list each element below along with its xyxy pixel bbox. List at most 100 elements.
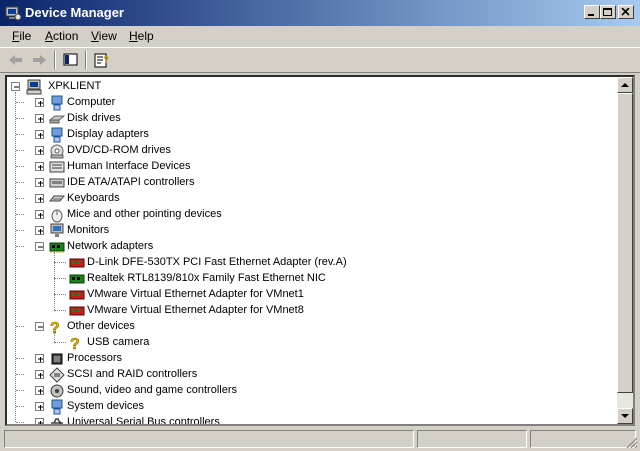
tree-category[interactable]: Disk drives	[11, 111, 571, 127]
tree-category[interactable]: Keyboards	[11, 191, 571, 207]
expand-toggle[interactable]	[35, 210, 44, 219]
tree-device[interactable]: VMware Virtual Ethernet Adapter for VMne…	[11, 287, 571, 303]
tree-category[interactable]: IDE ATA/ATAPI controllers	[11, 175, 571, 191]
expand-toggle[interactable]	[35, 146, 44, 155]
properties-icon: ?	[94, 53, 109, 68]
device-manager-icon	[5, 6, 21, 21]
tree-device[interactable]: Realtek RTL8139/810x Family Fast Etherne…	[11, 271, 571, 287]
menu-file[interactable]: File	[12, 29, 31, 43]
minimize-button[interactable]	[584, 5, 600, 19]
plus-icon	[38, 373, 43, 378]
tree-connector-line	[16, 406, 24, 407]
tree-category[interactable]: SCSI and RAID controllers	[11, 367, 571, 383]
collapse-toggle[interactable]	[35, 322, 44, 331]
tree-connector-line	[16, 374, 24, 375]
tree-device[interactable]: VMware Virtual Ethernet Adapter for VMne…	[11, 303, 571, 319]
scroll-thumb[interactable]	[617, 93, 633, 393]
title-bar[interactable]: Device Manager	[0, 0, 640, 26]
device-tree[interactable]: XPKLIENT Computer Disk drives Display adap…	[7, 77, 619, 424]
scsi-icon	[49, 367, 65, 383]
tree-category-label: Processors	[67, 352, 123, 364]
expand-toggle[interactable]	[35, 370, 44, 379]
ide-controller-icon	[49, 178, 65, 188]
tree-root[interactable]: XPKLIENT	[11, 79, 411, 95]
tree-connector-line	[54, 252, 55, 310]
status-pane-3	[530, 430, 636, 448]
collapse-toggle[interactable]	[11, 82, 20, 91]
expand-toggle[interactable]	[35, 162, 44, 171]
expand-toggle[interactable]	[35, 226, 44, 235]
tree-connector-line	[16, 134, 24, 135]
tree-device-label: VMware Virtual Ethernet Adapter for VMne…	[87, 288, 304, 300]
expand-toggle[interactable]	[35, 114, 44, 123]
expand-toggle[interactable]	[35, 386, 44, 395]
plus-icon	[38, 421, 43, 424]
maximize-button[interactable]	[600, 5, 616, 19]
disk-drive-icon	[49, 115, 65, 124]
plus-icon	[38, 133, 43, 138]
tree-connector-line	[16, 198, 24, 199]
tree-category[interactable]: DVD/CD-ROM drives	[11, 143, 571, 159]
tree-category[interactable]: Human Interface Devices	[11, 159, 571, 175]
tree-category[interactable]: Display adapters	[11, 127, 571, 143]
tree-category-label: DVD/CD-ROM drives	[67, 144, 171, 156]
display-adapter-icon	[51, 127, 63, 143]
svg-text:?: ?	[70, 336, 80, 351]
plus-icon	[38, 213, 43, 218]
expand-toggle[interactable]	[35, 418, 44, 424]
expand-toggle[interactable]	[35, 194, 44, 203]
tree-category-label: Monitors	[67, 224, 110, 236]
toolbar-separator	[85, 51, 87, 69]
tree-category-label: SCSI and RAID controllers	[67, 368, 198, 380]
minimize-icon	[588, 14, 594, 16]
network-adapter-icon	[49, 242, 65, 253]
tree-category[interactable]: ? Other devices	[11, 319, 571, 335]
mouse-icon	[51, 209, 63, 223]
tree-connector-line	[16, 166, 24, 167]
tree-category[interactable]: Computer	[11, 95, 571, 111]
properties-button[interactable]: ?	[92, 51, 112, 69]
expand-toggle[interactable]	[35, 354, 44, 363]
tree-connector-line	[16, 422, 24, 423]
tree-category-label: Keyboards	[67, 192, 120, 204]
tree-category[interactable]: Sound, video and game controllers	[11, 383, 571, 399]
resize-grip-icon[interactable]	[626, 437, 638, 449]
tree-device-label: D-Link DFE-530TX PCI Fast Ethernet Adapt…	[87, 256, 347, 268]
tree-device[interactable]: ? USB camera	[11, 335, 571, 351]
close-button[interactable]	[618, 5, 634, 19]
tree-category-label: Universal Serial Bus controllers	[67, 416, 220, 424]
menu-view[interactable]: View	[91, 29, 117, 43]
collapse-toggle[interactable]	[35, 242, 44, 251]
svg-text:?: ?	[103, 55, 109, 66]
tree-root-label: XPKLIENT	[48, 80, 102, 92]
menu-action[interactable]: Action	[45, 29, 78, 43]
plus-icon	[38, 101, 43, 106]
tree-category[interactable]: Processors	[11, 351, 571, 367]
tree-connector-line	[54, 310, 66, 311]
tree-category[interactable]: Network adapters	[11, 239, 571, 255]
scroll-down-button[interactable]	[617, 408, 633, 424]
expand-toggle[interactable]	[35, 130, 44, 139]
vertical-scrollbar[interactable]	[617, 77, 633, 424]
tree-device[interactable]: D-Link DFE-530TX PCI Fast Ethernet Adapt…	[11, 255, 571, 271]
tree-category[interactable]: System devices	[11, 399, 571, 415]
show-hide-console-tree-button[interactable]	[61, 51, 81, 69]
expand-toggle[interactable]	[35, 402, 44, 411]
toolbar: ?	[0, 47, 640, 73]
back-button[interactable]	[6, 51, 26, 69]
expand-toggle[interactable]	[35, 178, 44, 187]
expand-toggle[interactable]	[35, 98, 44, 107]
tree-category-label: Other devices	[67, 320, 135, 332]
menu-help[interactable]: Help	[129, 29, 154, 43]
minus-icon	[38, 326, 43, 328]
tree-category[interactable]: Monitors	[11, 223, 571, 239]
tree-category[interactable]: Mice and other pointing devices	[11, 207, 571, 223]
nic-child-icon	[69, 290, 85, 300]
tree-category-label: Mice and other pointing devices	[67, 208, 222, 220]
tree-category-label: IDE ATA/ATAPI controllers	[67, 176, 195, 188]
forward-button[interactable]	[29, 51, 49, 69]
tree-category-label: Display adapters	[67, 128, 149, 140]
scroll-up-button[interactable]	[617, 77, 633, 93]
unknown-device-icon: ?	[50, 320, 60, 335]
tree-category[interactable]: Universal Serial Bus controllers	[11, 415, 571, 424]
